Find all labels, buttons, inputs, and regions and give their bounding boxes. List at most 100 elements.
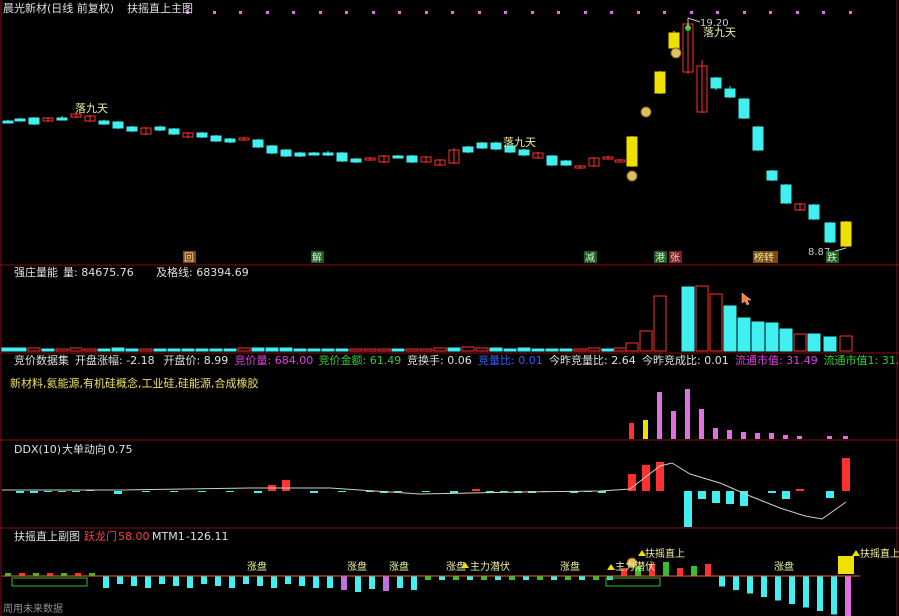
- sub-box: [11, 577, 88, 587]
- candle-body: [210, 135, 222, 142]
- main-indicator-name: 扶摇直上主图: [127, 1, 193, 15]
- sub-bar: [509, 576, 515, 580]
- auction-metric: 竞换手: 0.06: [407, 353, 472, 367]
- candle-body: [738, 98, 750, 119]
- ddx-bar: [16, 491, 24, 493]
- volume-bar: [377, 348, 391, 352]
- ddx-bar: [338, 491, 346, 492]
- sub-tag: 涨盘: [247, 560, 267, 573]
- volume-bar: [293, 348, 307, 352]
- candle-body: [252, 139, 264, 148]
- signal-dot: [425, 11, 428, 14]
- volume-bar: [839, 335, 853, 352]
- sub-bar: [453, 576, 459, 580]
- ddx-bar: [114, 491, 122, 494]
- sub-bar: [579, 576, 585, 580]
- volume-bar: [237, 347, 251, 352]
- sub-bar: [845, 576, 851, 616]
- sub-bar: [159, 576, 165, 584]
- candlestick-series: [2, 20, 852, 247]
- volume-bar: [251, 347, 265, 352]
- auction-bar: [755, 433, 760, 439]
- volume-bar: [55, 348, 69, 352]
- sub-bar: [369, 576, 375, 589]
- future-data-hint: 周用未来数据: [3, 602, 63, 615]
- sub-bar: [103, 576, 109, 588]
- volume-bar: [181, 348, 195, 352]
- tag-hui: 回: [184, 252, 194, 264]
- auction-metric: 今昨竞量比: 2.64: [549, 353, 636, 367]
- mtm-label: MTM1: [152, 530, 185, 543]
- luo-jiu-tian-label: 落九天: [503, 136, 536, 149]
- candle-body: [824, 222, 836, 243]
- auction-bar: [699, 409, 704, 439]
- volume-bar: [737, 317, 751, 352]
- auction-bar: [727, 430, 732, 439]
- candle-body: [196, 132, 208, 138]
- ddx-bar: [768, 491, 776, 493]
- volume-bars: [1, 285, 853, 352]
- candle-body: [392, 155, 404, 159]
- volume-bar: [461, 346, 475, 352]
- tag-bang: 榜转: [754, 251, 774, 264]
- sub-tag: 涨盘: [389, 560, 409, 573]
- candle-body: [406, 155, 418, 163]
- chart-canvas[interactable]: 晨光新材(日线 前复权) 扶摇直上主图 落九天 落九天 落九天 19.20 8.…: [0, 0, 899, 616]
- high-price-label: 19.20: [700, 18, 729, 29]
- sub-bar: [201, 576, 207, 584]
- sub-highlight: [838, 556, 854, 574]
- signal-dot: [504, 11, 507, 14]
- candle-body: [490, 142, 502, 150]
- candle-body: [14, 118, 26, 122]
- volume-bar: [335, 348, 349, 352]
- candle-body: [266, 145, 278, 154]
- sub-bar: [831, 576, 837, 615]
- volume-bar: [723, 305, 737, 352]
- sub-bar: [747, 576, 753, 594]
- auction-bar: [671, 411, 676, 439]
- ddx-bar: [58, 491, 66, 492]
- sub-bar: [481, 576, 487, 580]
- volume-bar: [1, 347, 15, 352]
- volume-bar: [209, 348, 223, 352]
- dragon-gate-value: 58.00: [118, 530, 150, 543]
- sub-bar: [341, 576, 347, 590]
- signal-dots-row: [186, 11, 852, 14]
- volume-bar: [489, 347, 503, 352]
- coin-icon: [640, 106, 652, 118]
- volume-bar: [573, 348, 587, 352]
- volume-bar: [807, 333, 821, 352]
- signal-dot: [398, 11, 401, 14]
- candle-body: [518, 149, 530, 156]
- volume-bar: [69, 347, 83, 352]
- candle-body: [112, 121, 124, 129]
- candle-body: [280, 149, 292, 157]
- sub-bar: [523, 576, 529, 580]
- ddx-bar: [226, 491, 234, 492]
- sub-tag: 涨盘: [774, 560, 794, 573]
- auction-bar: [657, 392, 662, 439]
- candle-body: [462, 146, 474, 153]
- sub-bar: [383, 576, 389, 591]
- volume-bar: [475, 347, 489, 352]
- sub-bar: [327, 576, 333, 588]
- signal-dot: [743, 11, 746, 14]
- sub-bar: [229, 576, 235, 588]
- volume-bar: [709, 293, 723, 352]
- auction-bar: [843, 436, 848, 439]
- volume-bar: [779, 328, 793, 352]
- volume-bar: [625, 342, 639, 352]
- volume-bar: [41, 348, 55, 352]
- ddx-bar: [712, 491, 720, 503]
- volume-bar: [639, 330, 653, 352]
- sub-bar: [439, 576, 445, 580]
- volume-bar: [265, 347, 279, 352]
- candle-body: [654, 71, 666, 94]
- signal-dot: [849, 11, 852, 14]
- cursor-icon: [741, 292, 752, 306]
- sub-bar: [495, 576, 501, 580]
- sub-bar: [131, 576, 137, 586]
- candle-body: [766, 170, 778, 181]
- ddx-bars: [2, 458, 850, 527]
- sub-tag: 主力潜伏: [615, 560, 655, 573]
